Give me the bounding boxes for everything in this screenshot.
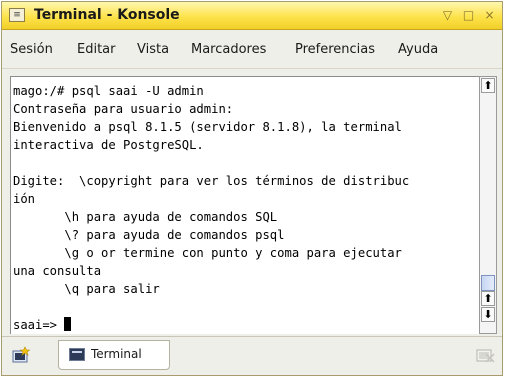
menu-marcadores[interactable]: Marcadores	[191, 42, 266, 57]
terminal-line: \g o or termine con punto y coma para ej…	[13, 246, 402, 260]
terminal-line: \? para ayuda de comandos psql	[13, 228, 285, 242]
terminal-line: \h para ayuda de comandos SQL	[13, 210, 278, 224]
terminal-line: Contraseña para usuario admin:	[13, 102, 234, 116]
new-session-icon	[12, 346, 31, 363]
tab-terminal[interactable]: Terminal	[58, 340, 170, 370]
menu-vista[interactable]: Vista	[137, 42, 169, 57]
terminal-prompt: saai=>	[13, 318, 65, 332]
vertical-scrollbar[interactable]: ⬆ ⬆ ⬇	[479, 76, 497, 334]
terminal-app-icon[interactable]: ≡	[9, 8, 25, 22]
session-tab-bar: Terminal	[2, 336, 502, 375]
minimize-icon[interactable]: ▽	[440, 8, 455, 23]
scroll-up-icon[interactable]: ⬆	[481, 291, 495, 306]
terminal-line: \q para salir	[13, 282, 160, 296]
menu-preferencias[interactable]: Preferencias	[295, 42, 375, 57]
terminal-line: Bienvenido a psql 8.1.5 (servidor 8.1.8)…	[13, 120, 402, 134]
close-icon[interactable]: ×	[482, 8, 497, 23]
menu-editar[interactable]: Editar	[77, 42, 116, 57]
scroll-down-icon[interactable]: ⬇	[481, 307, 495, 322]
menu-ayuda[interactable]: Ayuda	[398, 42, 438, 57]
window-title: Terminal - Konsole	[34, 7, 180, 23]
scroll-up-icon[interactable]: ⬆	[481, 78, 495, 93]
terminal-prompt-line[interactable]: saai=>	[13, 316, 72, 334]
terminal-line: Digite: \copyright para ver los términos…	[13, 174, 410, 188]
terminal-line: interactiva de PostgreSQL.	[13, 138, 204, 152]
scrollbar-thumb[interactable]	[481, 275, 495, 291]
terminal-icon	[69, 348, 85, 361]
maximize-icon[interactable]: □	[461, 8, 476, 23]
terminal-output[interactable]: mago:/# psql saai -U admin Contraseña pa…	[10, 76, 479, 334]
tab-label: Terminal	[91, 347, 142, 361]
text-cursor	[64, 317, 72, 331]
close-session-icon[interactable]	[474, 345, 496, 365]
close-session-icon	[476, 349, 495, 363]
terminal-line: mago:/# psql saai -U admin	[13, 84, 204, 98]
new-session-icon[interactable]	[10, 345, 32, 365]
title-bar[interactable]: ≡ Terminal - Konsole ▽ □ ×	[2, 2, 502, 30]
menu-sesion[interactable]: Sesión	[10, 42, 53, 57]
terminal-line: una consulta	[13, 264, 102, 278]
menu-bar: Sesión Editar Vista Marcadores Preferenc…	[2, 31, 502, 69]
terminal-line: ión	[13, 192, 36, 206]
konsole-window: ≡ Terminal - Konsole ▽ □ × Sesión Editar…	[1, 1, 503, 376]
